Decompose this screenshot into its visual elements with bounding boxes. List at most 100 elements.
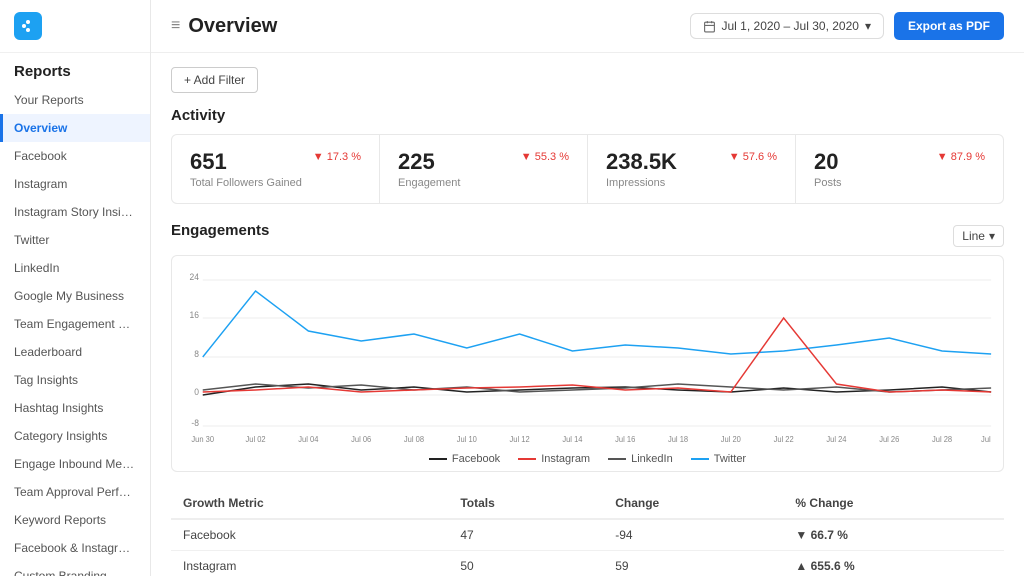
sidebar-item-leaderboard[interactable]: Leaderboard: [0, 338, 150, 366]
growth-row-0: Facebook 47 -94 ▼ 66.7 %: [171, 519, 1004, 551]
sidebar-item-linkedin[interactable]: LinkedIn: [0, 254, 150, 282]
sidebar-item-instagram-story[interactable]: Instagram Story Insights: [0, 198, 150, 226]
card-value-3: 20: [814, 149, 838, 175]
card-header-2: 238.5K ▼ 57.6 %: [606, 149, 777, 175]
svg-text:Jul 16: Jul 16: [615, 435, 635, 444]
sidebar: Reports Your ReportsOverviewFacebookInst…: [0, 0, 151, 576]
svg-text:Jul 24: Jul 24: [826, 435, 847, 444]
card-header-3: 20 ▼ 87.9 %: [814, 149, 985, 175]
growth-totals-1: 50: [448, 551, 603, 576]
card-label-2: Impressions: [606, 177, 777, 189]
svg-text:24: 24: [190, 272, 200, 282]
svg-text:16: 16: [190, 310, 200, 320]
legend-facebook: Facebook: [429, 453, 500, 465]
chart-legend: Facebook Instagram LinkedIn Twitter: [182, 453, 993, 465]
svg-text:8: 8: [194, 349, 199, 359]
sidebar-logo: [0, 0, 150, 53]
sidebar-item-your-reports[interactable]: Your Reports: [0, 86, 150, 114]
activity-cards: 651 ▼ 17.3 % Total Followers Gained 225 …: [171, 134, 1004, 204]
growth-row-1: Instagram 50 59 ▲ 655.6 %: [171, 551, 1004, 576]
activity-card-0: 651 ▼ 17.3 % Total Followers Gained: [172, 135, 380, 203]
legend-instagram: Instagram: [518, 453, 590, 465]
card-header-1: 225 ▼ 55.3 %: [398, 149, 569, 175]
hamburger-icon: ≡: [171, 17, 180, 35]
sidebar-item-custom-branding[interactable]: Custom Branding: [0, 562, 150, 576]
svg-text:Jul 28: Jul 28: [932, 435, 952, 444]
page-header: ≡ Overview Jul 1, 2020 – Jul 30, 2020 ▾ …: [151, 0, 1024, 53]
engagements-header: Engagements Line ▾: [171, 222, 1004, 249]
instagram-legend-label: Instagram: [541, 453, 590, 465]
sidebar-item-keyword-reports[interactable]: Keyword Reports: [0, 506, 150, 534]
chart-type-label: Line: [962, 229, 985, 243]
sidebar-item-facebook-paid[interactable]: Facebook & Instagram Paid Performance: [0, 534, 150, 562]
linkedin-legend-line: [608, 458, 626, 460]
instagram-legend-line: [518, 458, 536, 460]
card-value-2: 238.5K: [606, 149, 677, 175]
card-value-0: 651: [190, 149, 227, 175]
card-label-3: Posts: [814, 177, 985, 189]
svg-text:0: 0: [194, 387, 199, 397]
growth-metric-0: Facebook: [171, 519, 448, 551]
svg-text:Jul 14: Jul 14: [562, 435, 583, 444]
svg-text:Jul 18: Jul 18: [668, 435, 688, 444]
card-change-1: ▼ 55.3 %: [521, 151, 569, 163]
svg-text:Jul 02: Jul 02: [245, 435, 265, 444]
growth-table-body: Facebook 47 -94 ▼ 66.7 % Instagram 50 59…: [171, 519, 1004, 576]
activity-card-1: 225 ▼ 55.3 % Engagement: [380, 135, 588, 203]
logo-icon: [14, 12, 42, 40]
facebook-legend-line: [429, 458, 447, 460]
chart-type-selector[interactable]: Line ▾: [953, 225, 1004, 247]
card-value-1: 225: [398, 149, 435, 175]
main-content: ≡ Overview Jul 1, 2020 – Jul 30, 2020 ▾ …: [151, 0, 1024, 576]
sidebar-item-team-engagement[interactable]: Team Engagement Reports: [0, 310, 150, 338]
linkedin-legend-label: LinkedIn: [631, 453, 673, 465]
growth-table-header-row: Growth MetricTotalsChange% Change: [171, 488, 1004, 519]
svg-text:Jul 08: Jul 08: [404, 435, 424, 444]
header-right: Jul 1, 2020 – Jul 30, 2020 ▾ Export as P…: [690, 12, 1005, 40]
sidebar-item-engage-inbound[interactable]: Engage Inbound Messages: [0, 450, 150, 478]
growth-change-1: 59: [603, 551, 783, 576]
content-area: + Add Filter Activity 651 ▼ 17.3 % Total…: [151, 53, 1024, 576]
growth-header-3: % Change: [783, 488, 1004, 519]
sidebar-item-team-approval[interactable]: Team Approval Performance: [0, 478, 150, 506]
sidebar-item-overview[interactable]: Overview: [0, 114, 150, 142]
export-pdf-button[interactable]: Export as PDF: [894, 12, 1004, 40]
activity-card-3: 20 ▼ 87.9 % Posts: [796, 135, 1003, 203]
card-change-2: ▼ 57.6 %: [729, 151, 777, 163]
svg-text:Jun 30: Jun 30: [191, 435, 214, 444]
svg-text:Jul 12: Jul 12: [510, 435, 530, 444]
growth-table-head: Growth MetricTotalsChange% Change: [171, 488, 1004, 519]
sidebar-item-google-my-business[interactable]: Google My Business: [0, 282, 150, 310]
sidebar-title: Reports: [0, 53, 150, 86]
svg-text:Jul 26: Jul 26: [879, 435, 899, 444]
page-title: Overview: [188, 15, 277, 38]
growth-pct-1: ▲ 655.6 %: [783, 551, 1004, 576]
date-range-label: Jul 1, 2020 – Jul 30, 2020: [722, 19, 859, 33]
facebook-legend-label: Facebook: [452, 453, 500, 465]
twitter-legend-line: [691, 458, 709, 460]
card-label-0: Total Followers Gained: [190, 177, 361, 189]
card-change-3: ▼ 87.9 %: [937, 151, 985, 163]
sidebar-item-twitter[interactable]: Twitter: [0, 226, 150, 254]
sidebar-item-instagram[interactable]: Instagram: [0, 170, 150, 198]
sidebar-nav: Your ReportsOverviewFacebookInstagramIns…: [0, 86, 150, 576]
engagements-chart: 24 16 8 0 -8 Jun 30 Jul 02 Jul 04 Jul 06…: [171, 255, 1004, 472]
growth-header-0: Growth Metric: [171, 488, 448, 519]
twitter-legend-label: Twitter: [714, 453, 746, 465]
engagements-title: Engagements: [171, 222, 269, 239]
sidebar-item-category-insights[interactable]: Category Insights: [0, 422, 150, 450]
svg-text:Jul 30: Jul 30: [981, 435, 993, 444]
growth-change-0: -94: [603, 519, 783, 551]
chart-svg: 24 16 8 0 -8 Jun 30 Jul 02 Jul 04 Jul 06…: [182, 266, 993, 446]
svg-text:Jul 06: Jul 06: [351, 435, 371, 444]
sidebar-item-facebook[interactable]: Facebook: [0, 142, 150, 170]
activity-title: Activity: [171, 107, 1004, 124]
sidebar-item-tag-insights[interactable]: Tag Insights: [0, 366, 150, 394]
sidebar-item-hashtag-insights[interactable]: Hashtag Insights: [0, 394, 150, 422]
add-filter-button[interactable]: + Add Filter: [171, 67, 258, 93]
growth-table: Growth MetricTotalsChange% Change Facebo…: [171, 488, 1004, 576]
date-range-picker[interactable]: Jul 1, 2020 – Jul 30, 2020 ▾: [690, 13, 884, 39]
svg-text:Jul 04: Jul 04: [298, 435, 319, 444]
svg-text:-8: -8: [191, 418, 199, 428]
growth-pct-0: ▼ 66.7 %: [783, 519, 1004, 551]
